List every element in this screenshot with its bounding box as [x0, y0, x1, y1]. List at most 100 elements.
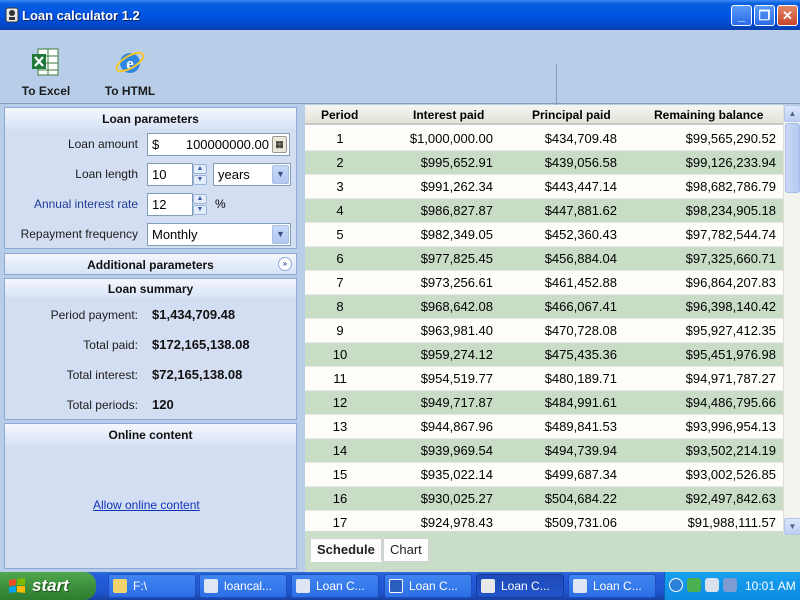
calculator-icon[interactable]: ▦ [272, 136, 287, 153]
cell-interest-paid: $963,981.40 [420, 323, 493, 338]
taskbar-item-loan-calculator-word[interactable]: Loan C... [384, 574, 472, 598]
cell-period: 2 [336, 155, 344, 170]
table-row[interactable]: 7 $973,256.61 $461,452.88 $96,864,207.83 [305, 271, 783, 295]
table-row[interactable]: 5 $982,349.05 $452,360.43 $97,782,544.74 [305, 223, 783, 247]
table-row[interactable]: 4 $986,827.87 $447,881.62 $98,234,905.18 [305, 199, 783, 223]
network-connection-icon[interactable] [705, 578, 719, 592]
taskbar-item-loancal[interactable]: loancal... [199, 574, 287, 598]
table-row[interactable]: 9 $963,981.40 $470,728.08 $95,927,412.35 [305, 319, 783, 343]
table-row[interactable]: 3 $991,262.34 $443,447.14 $98,682,786.79 [305, 175, 783, 199]
cell-period: 5 [336, 227, 344, 242]
period-payment-label: Period payment: [50, 308, 138, 322]
cell-principal-paid: $475,435.36 [544, 347, 617, 362]
table-row[interactable]: 15 $935,022.14 $499,687.34 $93,002,526.85 [305, 463, 783, 487]
network-icon[interactable] [687, 578, 701, 592]
taskbar-item-loan-calculator[interactable]: Loan C... [291, 574, 379, 598]
interest-rate-spinner[interactable]: ▲ ▼ [193, 193, 209, 216]
loan-length-unit: years [218, 167, 250, 182]
cell-principal-paid: $509,731.06 [544, 515, 617, 530]
toolbar: To Excel e To HTML [0, 30, 800, 134]
interest-rate-field[interactable]: 12 [147, 193, 193, 216]
column-header-remaining-balance[interactable]: Remaining balance [654, 108, 763, 122]
chevron-down-icon[interactable]: ▼ [272, 225, 289, 244]
loan-amount-label: Loan amount [67, 137, 138, 151]
expand-chevron-icon[interactable]: » [278, 257, 292, 271]
scroll-up-icon[interactable]: ▲ [784, 105, 800, 122]
loan-parameters-header[interactable]: Loan parameters [4, 107, 297, 129]
tray-chevron-icon[interactable] [669, 578, 683, 592]
vertical-scrollbar[interactable]: ▲ ▼ [783, 105, 800, 535]
volume-icon[interactable] [723, 578, 737, 592]
total-interest-value: $72,165,138.08 [152, 367, 243, 382]
to-html-button[interactable]: e To HTML [94, 44, 166, 98]
taskbar-item-loan-calculator-active[interactable]: Loan C... [476, 574, 564, 598]
spin-down-icon[interactable]: ▼ [193, 175, 207, 185]
close-button[interactable]: ✕ [777, 5, 798, 26]
table-row[interactable]: 12 $949,717.87 $484,991.61 $94,486,795.66 [305, 391, 783, 415]
table-row[interactable]: 13 $944,867.96 $489,841.53 $93,996,954.13 [305, 415, 783, 439]
taskbar-item-loan-calculator-2[interactable]: Loan C... [568, 574, 656, 598]
clock[interactable]: 10:01 AM [745, 579, 796, 593]
spin-up-icon[interactable]: ▲ [193, 164, 207, 174]
loan-length-label: Loan length [75, 167, 138, 181]
table-row[interactable]: 11 $954,519.77 $480,189.71 $94,971,787.27 [305, 367, 783, 391]
scroll-down-icon[interactable]: ▼ [784, 518, 800, 535]
spin-down-icon[interactable]: ▼ [193, 205, 207, 215]
cell-remaining-balance: $93,996,954.13 [685, 419, 776, 434]
cell-principal-paid: $484,991.61 [544, 395, 617, 410]
taskbar-item-folder[interactable]: F:\ [108, 574, 196, 598]
schedule-table[interactable]: Period Interest paid Principal paid Rema… [305, 105, 783, 531]
cell-period: 1 [336, 131, 344, 146]
scrollbar-thumb[interactable] [785, 123, 800, 193]
title-bar[interactable]: Loan calculator 1.2 _ ❐ ✕ [0, 0, 800, 30]
table-row[interactable]: 2 $995,652.91 $439,056.58 $99,126,233.94 [305, 151, 783, 175]
cell-remaining-balance: $94,486,795.66 [685, 395, 776, 410]
app-icon [573, 579, 587, 593]
table-row[interactable]: 8 $968,642.08 $466,067.41 $96,398,140.42 [305, 295, 783, 319]
window-title: Loan calculator 1.2 [22, 8, 140, 23]
allow-online-content-link[interactable]: Allow online content [93, 498, 200, 512]
cell-period: 10 [332, 347, 348, 362]
loan-length-field[interactable]: 10 [147, 163, 193, 186]
tab-chart[interactable]: Chart [383, 538, 429, 562]
column-header-interest-paid[interactable]: Interest paid [413, 108, 484, 122]
table-row[interactable]: 10 $959,274.12 $475,435.36 $95,451,976.98 [305, 343, 783, 367]
table-row[interactable]: 16 $930,025.27 $504,684.22 $92,497,842.63 [305, 487, 783, 511]
total-periods-label: Total periods: [66, 398, 138, 412]
column-header-principal-paid[interactable]: Principal paid [532, 108, 611, 122]
taskbar-item-label: Loan C... [316, 579, 365, 593]
table-row[interactable]: 6 $977,825.45 $456,884.04 $97,325,660.71 [305, 247, 783, 271]
additional-parameters-header[interactable]: Additional parameters » [4, 253, 297, 275]
online-content-header[interactable]: Online content [4, 423, 297, 445]
to-excel-button[interactable]: To Excel [10, 44, 82, 98]
cell-period: 14 [332, 443, 348, 458]
total-paid-label: Total paid: [83, 338, 138, 352]
total-paid-value: $172,165,138.08 [152, 337, 250, 352]
word-icon [389, 579, 403, 593]
chevron-down-icon[interactable]: ▼ [272, 165, 289, 184]
loan-length-spinner[interactable]: ▲ ▼ [193, 163, 209, 186]
tab-schedule[interactable]: Schedule [310, 538, 382, 562]
online-content-section: Allow online content [4, 445, 297, 569]
windows-logo-icon [9, 578, 25, 593]
loan-amount-field[interactable]: $ 100000000.00 ▦ [147, 133, 290, 156]
column-header-period[interactable]: Period [321, 108, 358, 122]
start-button[interactable]: start [0, 572, 96, 600]
cell-interest-paid: $968,642.08 [420, 299, 493, 314]
app-icon [296, 579, 310, 593]
cell-interest-paid: $944,867.96 [420, 419, 493, 434]
loan-length-unit-select[interactable]: years ▼ [213, 163, 291, 186]
minimize-button[interactable]: _ [731, 5, 752, 26]
repayment-frequency-select[interactable]: Monthly ▼ [147, 223, 291, 246]
cell-period: 13 [332, 419, 348, 434]
table-row[interactable]: 14 $939,969.54 $494,739.94 $93,502,214.19 [305, 439, 783, 463]
cell-remaining-balance: $95,451,976.98 [685, 347, 776, 362]
table-row[interactable]: 17 $924,978.43 $509,731.06 $91,988,111.57 [305, 511, 783, 531]
cell-remaining-balance: $92,497,842.63 [685, 491, 776, 506]
maximize-button[interactable]: ❐ [754, 5, 775, 26]
cell-interest-paid: $939,969.54 [420, 443, 493, 458]
spin-up-icon[interactable]: ▲ [193, 194, 207, 204]
table-row[interactable]: 1 $1,000,000.00 $434,709.48 $99,565,290.52 [305, 127, 783, 151]
taskbar-item-label: Loan C... [501, 579, 550, 593]
loan-summary-header[interactable]: Loan summary [4, 278, 297, 298]
